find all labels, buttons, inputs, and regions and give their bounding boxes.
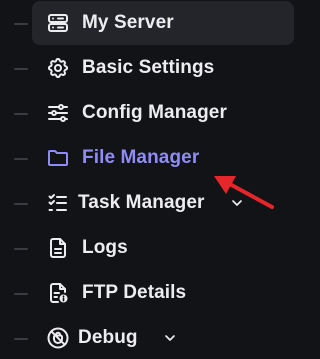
sidebar-item-debug[interactable]: Debug (32, 316, 178, 359)
tree-connector (14, 23, 28, 25)
sidebar-item-label: Task Manager (78, 192, 205, 213)
sidebar-item-my-server[interactable]: My Server (32, 1, 294, 45)
tree-connector (14, 68, 28, 70)
server-icon (44, 9, 72, 37)
sidebar-item-label: Basic Settings (82, 57, 215, 78)
sidebar-item-label: Config Manager (82, 102, 227, 123)
chevron-down-icon[interactable] (229, 195, 245, 211)
sidebar-item-basic-settings[interactable]: Basic Settings (32, 46, 214, 90)
sidebar-item-task-manager[interactable]: Task Manager (32, 181, 245, 225)
tree-connector (14, 248, 28, 250)
document-icon (44, 234, 72, 262)
tree-connector (14, 203, 28, 205)
sidebar-item-label: Debug (78, 327, 138, 348)
sliders-icon (44, 99, 72, 127)
task-list-icon (44, 189, 72, 217)
bug-off-icon (44, 324, 72, 352)
tree-connector (14, 338, 28, 340)
sidebar-item-label: Logs (82, 237, 128, 258)
sidebar-item-label: FTP Details (82, 282, 187, 303)
gear-icon (44, 54, 72, 82)
tree-connector (14, 113, 28, 115)
sidebar-nav: My Server Basic Settings Config Manager (0, 0, 309, 359)
tree-connector (14, 158, 28, 160)
document-info-icon (44, 279, 72, 307)
sidebar-item-label: File Manager (82, 147, 200, 168)
sidebar-item-logs[interactable]: Logs (32, 226, 128, 270)
sidebar-item-ftp-details[interactable]: FTP Details (32, 271, 186, 315)
tree-connector (14, 293, 28, 295)
sidebar-item-file-manager[interactable]: File Manager (32, 136, 199, 180)
chevron-down-icon[interactable] (162, 330, 178, 346)
folder-icon (44, 144, 72, 172)
sidebar-item-config-manager[interactable]: Config Manager (32, 91, 227, 135)
sidebar-item-label: My Server (82, 12, 174, 33)
